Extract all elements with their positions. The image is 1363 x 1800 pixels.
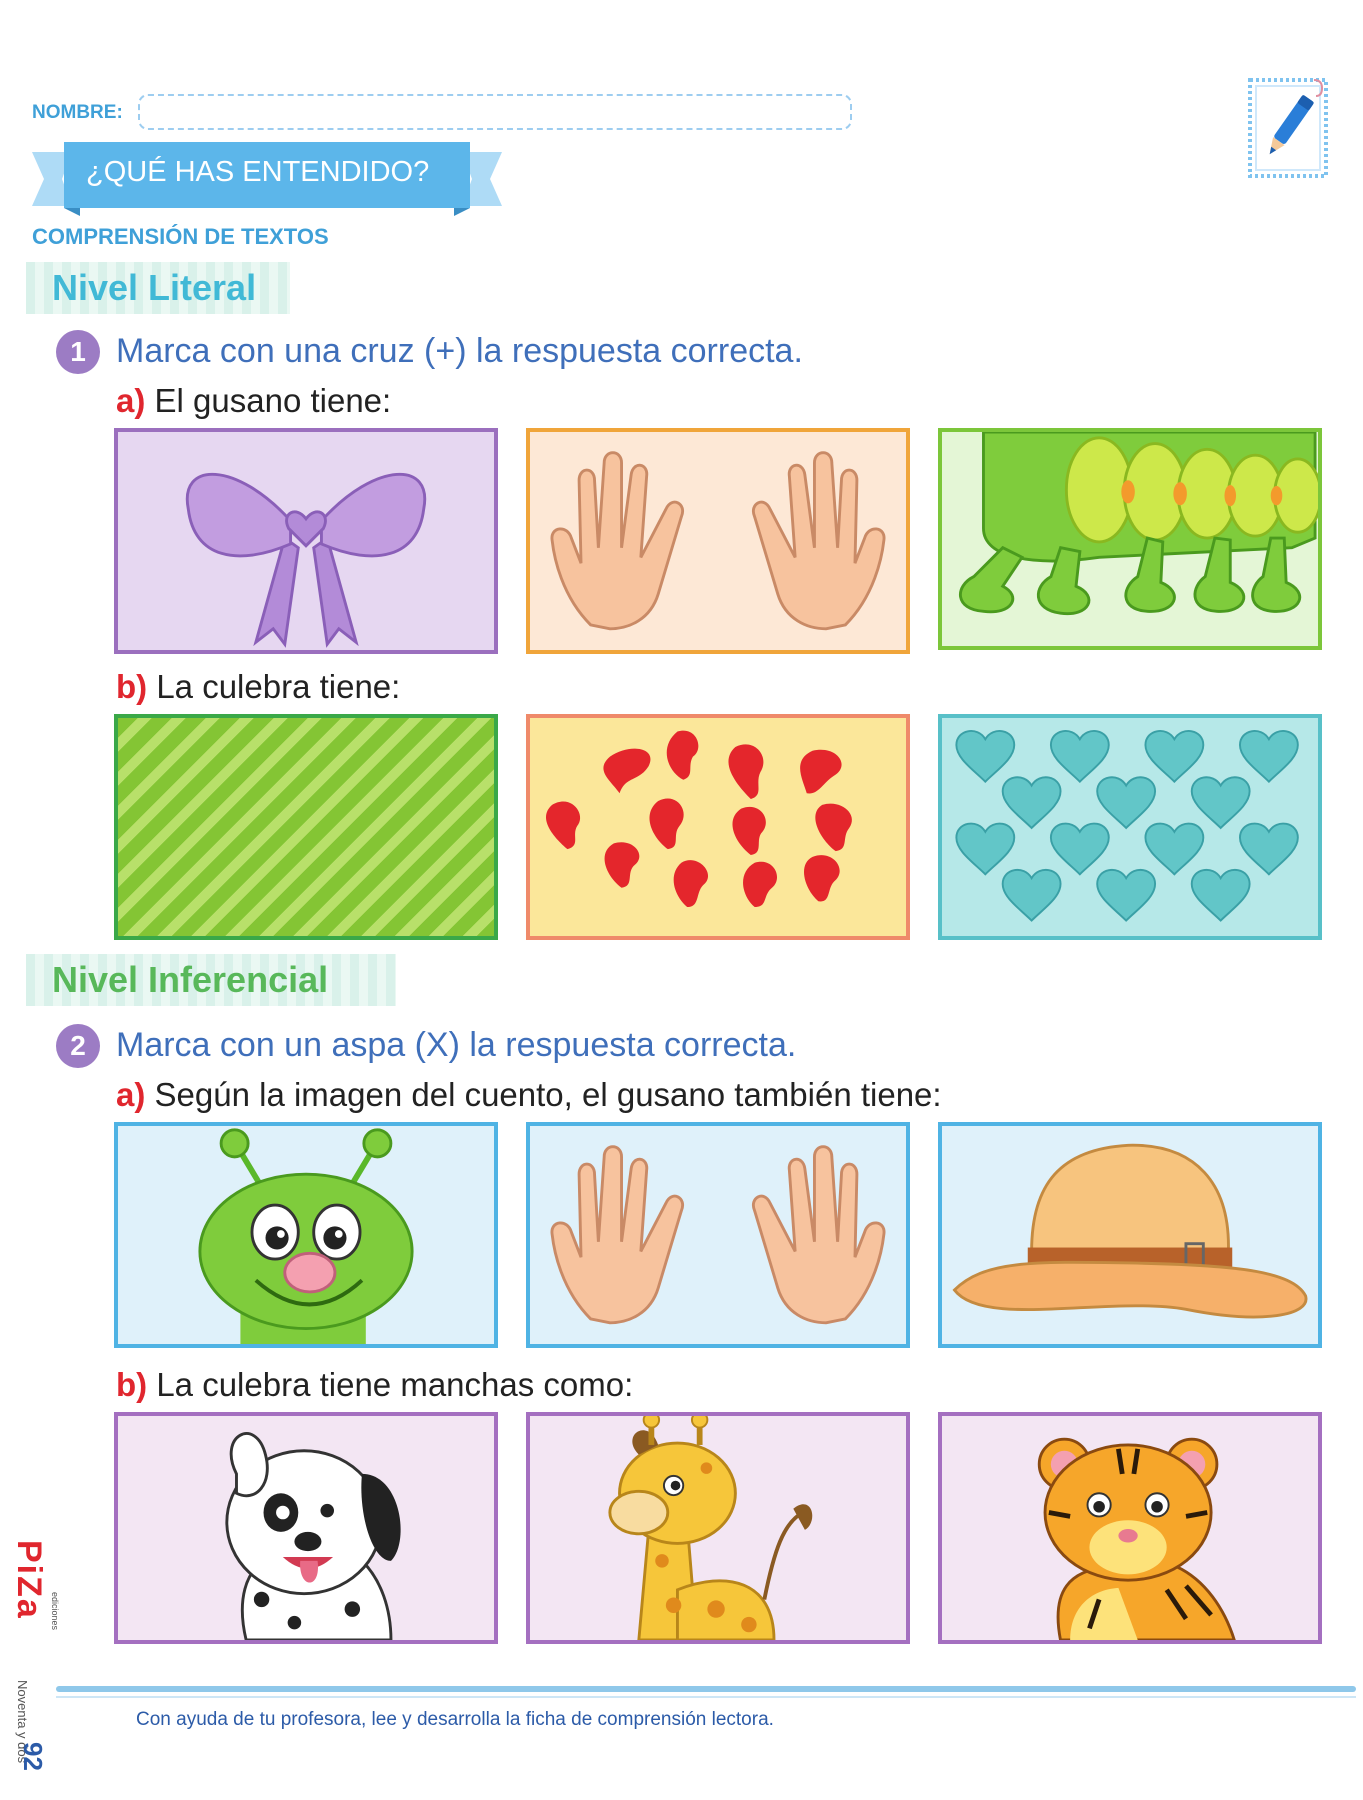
question-letter: a) [116, 1076, 146, 1113]
level-inferencial-tab: Nivel Inferencial [26, 954, 396, 1006]
banner-title: ¿QUÉ HAS ENTENDIDO? [86, 156, 430, 188]
tiger-icon [1037, 1437, 1236, 1640]
option-2a-hands[interactable] [526, 1122, 910, 1348]
option-1b-stripes[interactable] [114, 714, 498, 940]
publisher-logo-sub: ediciones [50, 1592, 60, 1631]
hat-icon [952, 1143, 1308, 1319]
question-letter: a) [116, 382, 146, 419]
dalmatian-icon [225, 1432, 401, 1640]
option-2a-hat[interactable] [938, 1122, 1322, 1348]
option-1b-spots[interactable] [526, 714, 910, 940]
footer-instruction: Con ayuda de tu profesora, lee y desarro… [136, 1709, 774, 1730]
worm-face-icon [198, 1128, 414, 1344]
option-2b-dalmatian[interactable] [114, 1412, 498, 1644]
footer-rule-thin [56, 1696, 1356, 1698]
name-label: NOMBRE: [32, 102, 123, 123]
question-2a: a) Según la imagen del cuento, el gusano… [116, 1076, 942, 1114]
option-1a-bow[interactable] [114, 428, 498, 654]
question-text: La culebra tiene: [156, 668, 401, 705]
footer-rule [56, 1686, 1356, 1692]
section-label: COMPRENSIÓN DE TEXTOS [32, 224, 329, 249]
option-2b-tiger[interactable] [938, 1412, 1322, 1644]
question-1a: a) El gusano tiene: [116, 382, 391, 420]
level-inferencial-title: Nivel Inferencial [52, 959, 329, 1000]
pencil-icon [1248, 78, 1328, 178]
option-1a-hands[interactable] [526, 428, 910, 654]
question-1b: b) La culebra tiene: [116, 668, 400, 706]
publisher-logo: PiZa [10, 1540, 48, 1620]
question-letter: b) [116, 668, 148, 705]
red-spots-pattern [546, 730, 852, 908]
option-2a-worm-face[interactable] [114, 1122, 498, 1348]
hands-icon [550, 451, 886, 631]
question-text: El gusano tiene: [154, 382, 392, 419]
question-number-2: 2 [56, 1024, 100, 1068]
instruction-2: Marca con un aspa (X) la respuesta corre… [116, 1026, 797, 1064]
instruction-1: Marca con una cruz (+) la respuesta corr… [116, 332, 803, 370]
name-field[interactable] [138, 94, 852, 130]
question-text: La culebra tiene manchas como: [156, 1366, 634, 1403]
option-2b-giraffe[interactable] [526, 1412, 910, 1644]
question-letter: b) [116, 1366, 148, 1403]
level-literal-title: Nivel Literal [52, 267, 257, 308]
hands-icon [550, 1145, 886, 1325]
giraffe-icon [608, 1416, 813, 1640]
question-number-1: 1 [56, 330, 100, 374]
question-2b: b) La culebra tiene manchas como: [116, 1366, 633, 1404]
hearts-pattern [955, 730, 1299, 922]
caterpillar-legs-icon [958, 432, 1318, 616]
bow-icon [185, 472, 427, 648]
question-text: Según la imagen del cuento, el gusano ta… [154, 1076, 942, 1113]
level-literal-tab: Nivel Literal [26, 262, 290, 314]
page-number: 92 [18, 1742, 48, 1771]
option-1b-hearts[interactable] [938, 714, 1322, 940]
option-1a-legs[interactable] [938, 428, 1322, 650]
